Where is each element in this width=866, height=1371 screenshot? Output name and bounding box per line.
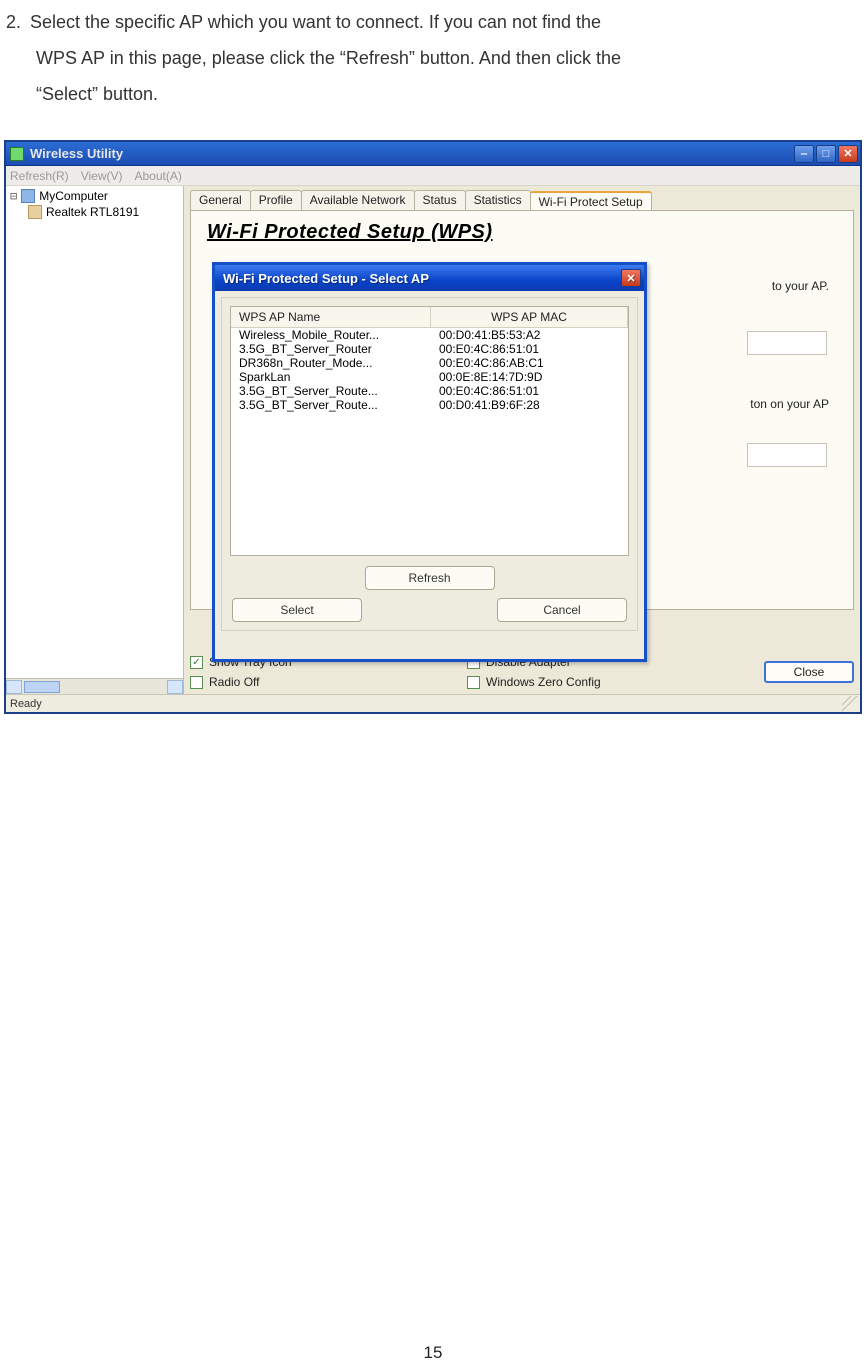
window-title: Wireless Utility <box>30 146 123 161</box>
ap-list-row[interactable]: Wireless_Mobile_Router...00:D0:41:B5:53:… <box>231 328 628 342</box>
adapter-icon <box>28 205 42 219</box>
window-titlebar[interactable]: Wireless Utility ‒ □ ✕ <box>6 142 860 166</box>
ap-mac-cell: 00:D0:41:B5:53:A2 <box>431 328 628 342</box>
app-window: Wireless Utility ‒ □ ✕ Refresh(R) View(V… <box>4 140 862 714</box>
resize-grip-icon[interactable] <box>842 696 860 712</box>
select-button[interactable]: Select <box>232 598 362 622</box>
checkbox-icon[interactable] <box>467 676 480 689</box>
close-icon[interactable]: ✕ <box>838 145 858 163</box>
dialog-titlebar[interactable]: Wi-Fi Protected Setup - Select AP ✕ <box>215 265 644 291</box>
scroll-left-icon[interactable] <box>6 680 22 694</box>
tree-root-item[interactable]: ⊟ MyComputer <box>10 188 183 204</box>
column-ap-name[interactable]: WPS AP Name <box>231 307 431 327</box>
column-ap-mac[interactable]: WPS AP MAC <box>431 307 628 327</box>
tab-profile[interactable]: Profile <box>250 190 302 210</box>
ap-mac-cell: 00:E0:4C:86:AB:C1 <box>431 356 628 370</box>
wps-hint-2: ton on your AP <box>750 397 829 411</box>
status-bar: Ready <box>6 694 860 712</box>
ap-list-row[interactable]: 3.5G_BT_Server_Router00:E0:4C:86:51:01 <box>231 342 628 356</box>
ap-listview[interactable]: WPS AP Name WPS AP MAC Wireless_Mobile_R… <box>230 306 629 556</box>
dialog-title: Wi-Fi Protected Setup - Select AP <box>223 271 429 286</box>
scroll-thumb[interactable] <box>24 681 60 693</box>
ap-mac-cell: 00:E0:4C:86:51:01 <box>431 384 628 398</box>
ap-name-cell: 3.5G_BT_Server_Route... <box>231 398 431 412</box>
select-ap-dialog: Wi-Fi Protected Setup - Select AP ✕ WPS … <box>212 262 647 662</box>
menu-bar: Refresh(R) View(V) About(A) <box>6 166 860 186</box>
ap-mac-cell: 00:D0:41:B9:6F:28 <box>431 398 628 412</box>
tree-child-item[interactable]: Realtek RTL8191 <box>28 204 183 220</box>
ap-mac-cell: 00:E0:4C:86:51:01 <box>431 342 628 356</box>
wps-hint-1: to your AP. <box>772 279 829 293</box>
status-text: Ready <box>10 698 42 710</box>
menu-view[interactable]: View(V) <box>81 169 123 183</box>
opt-radio-off[interactable]: Radio Off <box>190 675 467 689</box>
step-number: 2. <box>6 4 30 40</box>
checkbox-icon[interactable] <box>190 676 203 689</box>
page-number: 15 <box>0 1343 866 1363</box>
opt-wzc[interactable]: Windows Zero Config <box>467 675 744 689</box>
pbc-field-peek[interactable] <box>747 443 827 467</box>
menu-about[interactable]: About(A) <box>134 169 181 183</box>
maximize-icon[interactable]: □ <box>816 145 836 163</box>
instruction-text: 2.Select the specific AP which you want … <box>0 0 866 112</box>
tab-status[interactable]: Status <box>414 190 466 210</box>
ap-list-row[interactable]: 3.5G_BT_Server_Route...00:D0:41:B9:6F:28 <box>231 398 628 412</box>
tab-general[interactable]: General <box>190 190 251 210</box>
ap-name-cell: Wireless_Mobile_Router... <box>231 328 431 342</box>
checkbox-icon[interactable]: ✓ <box>190 656 203 669</box>
ap-list-row[interactable]: SparkLan00:0E:8E:14:7D:9D <box>231 370 628 384</box>
ap-list-row[interactable]: 3.5G_BT_Server_Route...00:E0:4C:86:51:01 <box>231 384 628 398</box>
ap-name-cell: 3.5G_BT_Server_Router <box>231 342 431 356</box>
dialog-close-icon[interactable]: ✕ <box>621 269 641 287</box>
tab-statistics[interactable]: Statistics <box>465 190 531 210</box>
ap-name-cell: 3.5G_BT_Server_Route... <box>231 384 431 398</box>
refresh-button[interactable]: Refresh <box>365 566 495 590</box>
ap-name-cell: DR368n_Router_Mode... <box>231 356 431 370</box>
ap-mac-cell: 00:0E:8E:14:7D:9D <box>431 370 628 384</box>
tab-bar: General Profile Available Network Status… <box>190 190 854 210</box>
minimize-icon[interactable]: ‒ <box>794 145 814 163</box>
wps-heading: Wi-Fi Protected Setup (WPS) <box>207 221 493 244</box>
tree-hscrollbar[interactable] <box>6 678 183 694</box>
app-icon <box>10 147 24 161</box>
computer-icon <box>21 189 35 203</box>
tab-wps[interactable]: Wi-Fi Protect Setup <box>530 191 652 211</box>
close-button[interactable]: Close <box>764 661 854 683</box>
ap-list-row[interactable]: DR368n_Router_Mode...00:E0:4C:86:AB:C1 <box>231 356 628 370</box>
scroll-right-icon[interactable] <box>167 680 183 694</box>
cancel-button[interactable]: Cancel <box>497 598 627 622</box>
menu-refresh[interactable]: Refresh(R) <box>10 169 69 183</box>
pin-field-peek[interactable] <box>747 331 827 355</box>
ap-name-cell: SparkLan <box>231 370 431 384</box>
tab-available-network[interactable]: Available Network <box>301 190 415 210</box>
device-tree: ⊟ MyComputer Realtek RTL8191 <box>6 186 184 694</box>
